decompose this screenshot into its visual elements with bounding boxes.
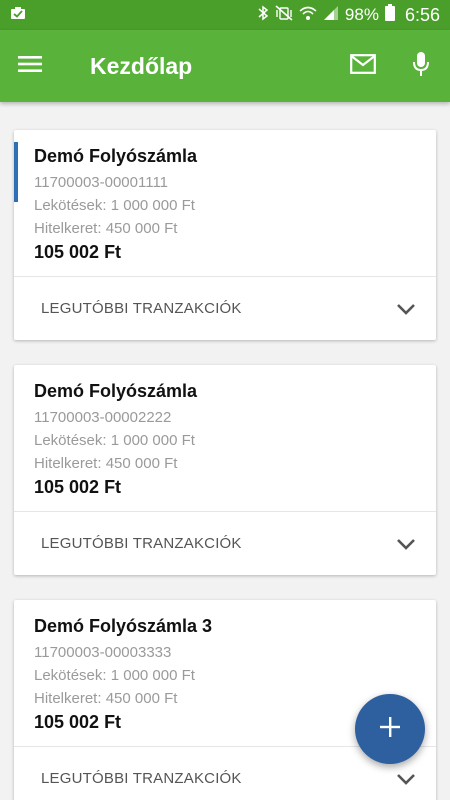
menu-icon xyxy=(17,54,43,79)
mail-icon xyxy=(350,53,376,79)
account-credit-line: Hitelkeret: 450 000 Ft xyxy=(34,455,178,472)
battery-percent: 98% xyxy=(344,5,379,24)
voice-search-button[interactable] xyxy=(392,30,450,102)
signal-icon xyxy=(323,5,339,26)
status-bar: 98% 6:56 xyxy=(0,0,450,30)
selected-indicator xyxy=(14,142,18,202)
recent-transactions-label: LEGUTÓBBI TRANZAKCIÓK xyxy=(41,535,242,552)
add-account-button[interactable] xyxy=(355,694,425,764)
clock: 6:56 xyxy=(404,4,440,25)
vibrate-mute-icon xyxy=(275,4,293,26)
chevron-down-icon[interactable] xyxy=(392,765,420,793)
account-name: Demó Folyószámla xyxy=(34,381,198,401)
plus-icon xyxy=(379,716,401,743)
account-name: Demó Folyószámla xyxy=(34,146,198,166)
recent-transactions-toggle[interactable]: LEGUTÓBBI TRANZAKCIÓK xyxy=(14,276,436,340)
account-commitments: Lekötések: 1 000 000 Ft xyxy=(34,432,195,449)
account-card[interactable]: Demó Folyószámla 11700003-00002222 Leköt… xyxy=(14,365,436,575)
account-card-body[interactable]: Demó Folyószámla 11700003-00002222 Leköt… xyxy=(14,365,436,497)
battery-icon xyxy=(384,4,395,26)
account-number: 11700003-00002222 xyxy=(34,409,172,426)
chevron-down-icon[interactable] xyxy=(392,530,420,558)
page-title: Kezdőlap xyxy=(90,52,193,79)
account-card-body[interactable]: Demó Folyószámla 11700003-00001111 Leköt… xyxy=(14,130,436,262)
recent-transactions-label: LEGUTÓBBI TRANZAKCIÓK xyxy=(41,300,242,317)
status-left xyxy=(10,6,26,25)
mail-button[interactable] xyxy=(334,30,392,102)
account-credit-line: Hitelkeret: 450 000 Ft xyxy=(34,690,178,707)
account-card[interactable]: Demó Folyószámla 11700003-00001111 Leköt… xyxy=(14,130,436,340)
account-number: 11700003-00003333 xyxy=(34,644,172,661)
account-name: Demó Folyószámla 3 xyxy=(34,616,213,636)
menu-button[interactable] xyxy=(0,30,60,102)
bluetooth-icon xyxy=(257,5,269,26)
microphone-icon xyxy=(412,51,430,82)
account-balance: 105 002 Ft xyxy=(34,477,122,497)
wifi-icon xyxy=(299,5,317,26)
account-credit-line: Hitelkeret: 450 000 Ft xyxy=(34,220,178,237)
account-number: 11700003-00001111 xyxy=(34,174,169,191)
chevron-down-icon[interactable] xyxy=(392,295,420,323)
notification-check-icon xyxy=(10,6,26,25)
account-balance: 105 002 Ft xyxy=(34,242,122,262)
status-right: 98% 6:56 xyxy=(257,4,440,26)
account-commitments: Lekötések: 1 000 000 Ft xyxy=(34,197,195,214)
app-bar: Kezdőlap xyxy=(0,30,450,102)
recent-transactions-label: LEGUTÓBBI TRANZAKCIÓK xyxy=(41,770,242,787)
recent-transactions-toggle[interactable]: LEGUTÓBBI TRANZAKCIÓK xyxy=(14,511,436,575)
account-commitments: Lekötések: 1 000 000 Ft xyxy=(34,667,195,684)
